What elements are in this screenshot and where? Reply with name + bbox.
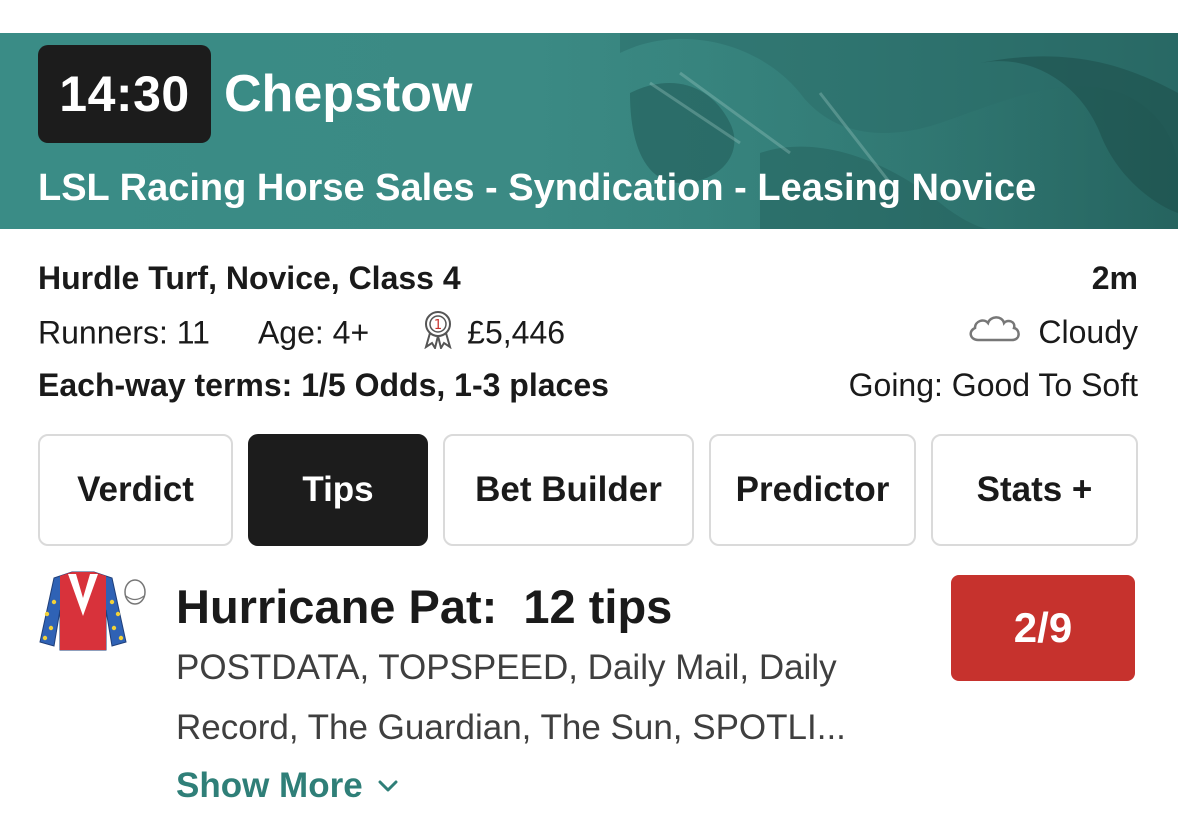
svg-text:1: 1 xyxy=(434,318,442,333)
race-stats-row: Runners: 11 Age: 4+ 1 £5,446 Cloudy xyxy=(38,309,1138,355)
weather-label: Cloudy xyxy=(1038,314,1138,350)
tab-bet-builder[interactable]: Bet Builder xyxy=(443,434,694,546)
race-time: 14:30 xyxy=(38,45,211,143)
race-title: LSL Racing Horse Sales - Syndication - L… xyxy=(38,167,1037,209)
tipster-list: POSTDATA, TOPSPEED, Daily Mail, Daily Re… xyxy=(176,648,846,747)
tab-tips[interactable]: Tips xyxy=(248,434,428,546)
going-label: Going: Good To Soft xyxy=(848,367,1138,403)
tab-predictor[interactable]: Predictor xyxy=(709,434,916,546)
race-type-row: Hurdle Turf, Novice, Class 4 2m xyxy=(38,255,1138,301)
tab-stats[interactable]: Stats + xyxy=(931,434,1138,546)
race-type: Hurdle Turf, Novice, Class 4 xyxy=(38,260,461,296)
show-more-link[interactable]: Show More xyxy=(176,762,399,810)
tip-count: 12 tips xyxy=(523,580,673,633)
each-way-terms: Each-way terms: 1/5 Odds, 1-3 places xyxy=(38,367,609,403)
rosette-icon: 1 xyxy=(421,309,455,361)
terms-row: Each-way terms: 1/5 Odds, 1-3 places Goi… xyxy=(38,362,1138,408)
race-distance: 2m xyxy=(1091,260,1138,296)
tip-horse-heading: Hurricane Pat: 12 tips xyxy=(176,578,672,636)
age-restriction: Age: 4+ xyxy=(257,314,370,351)
status-area xyxy=(0,0,1178,33)
prize-money: £5,446 xyxy=(467,314,566,351)
race-header: 14:30 Chepstow LSL Racing Horse Sales - … xyxy=(0,33,1178,229)
race-tabs: Verdict Tips Bet Builder Predictor Stats… xyxy=(38,434,1138,546)
venue-name: Chepstow xyxy=(224,65,473,123)
show-more-label: Show More xyxy=(176,766,363,805)
horse-name: Hurricane Pat: xyxy=(176,580,498,633)
chevron-down-icon xyxy=(378,780,398,792)
tab-verdict[interactable]: Verdict xyxy=(38,434,233,546)
jockey-silks-icon xyxy=(39,571,146,651)
cloud-icon xyxy=(966,309,1024,355)
runners-count: Runners: 11 xyxy=(38,314,210,351)
odds-button[interactable]: 2/9 xyxy=(951,575,1135,681)
